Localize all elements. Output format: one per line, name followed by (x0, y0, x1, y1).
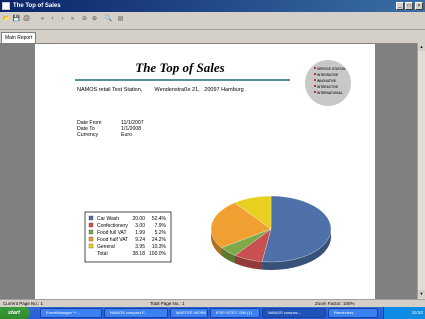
legend-total-label: Total (97, 251, 108, 257)
field-label: Currency (77, 132, 98, 138)
close-button[interactable]: × (415, 2, 423, 10)
legend-percent: 7.9% (155, 223, 167, 229)
legend-swatch (88, 222, 94, 228)
find-icon[interactable]: 🔍 (104, 15, 113, 24)
legend-label: General (97, 244, 115, 250)
next-page-icon[interactable]: › (58, 15, 67, 24)
minimize-button[interactable]: _ (396, 2, 404, 10)
legend-percent: 10.3% (152, 244, 167, 250)
zoom-in-icon[interactable]: ⊕ (90, 15, 99, 24)
maximize-button[interactable]: □ (405, 2, 413, 10)
logo-bullet-icon (314, 73, 316, 75)
logo-line: INTERACTIVE (317, 85, 338, 89)
start-button[interactable]: start (0, 307, 30, 319)
tab-main-report[interactable]: Main Report (1, 32, 37, 43)
logo-bullet-icon (314, 67, 316, 69)
taskbar-item[interactable]: EventManager **... (40, 308, 102, 318)
total-page-status: Total Page No.: 1 (150, 301, 185, 306)
legend-total-value: 38.18 (132, 251, 145, 257)
taskbar-item[interactable]: NAMOS compac... (262, 308, 326, 318)
print-setup-icon[interactable]: 🖨 (22, 15, 31, 24)
scroll-down-icon[interactable]: ▼ (418, 290, 425, 298)
report-fields: Date From 11/1/2007Date To 1/1/2008Currenc… (77, 120, 144, 138)
logo-bullet-icon (314, 85, 316, 87)
logo-line: INNOVATIVE (317, 79, 336, 83)
vertical-scrollbar[interactable]: ▲ ▼ (417, 43, 425, 299)
legend-value: 3.00 (135, 223, 145, 229)
legend-swatch (88, 243, 94, 249)
legend-value: 1.99 (135, 230, 145, 236)
toolbar: 📂 💾 🖨 «‹ ›» ⊖ ⊕ 🔍 ▤ (0, 12, 425, 30)
zoom-out-icon[interactable]: ⊖ (80, 15, 89, 24)
legend-percent: 52.4% (152, 216, 167, 222)
taskbar: start 15:52 EventManager **... NAMOS comp… (0, 307, 425, 319)
clock: 15:52 (411, 310, 423, 315)
open-icon[interactable]: 📂 (2, 15, 11, 24)
scroll-up-icon[interactable]: ▲ (418, 43, 425, 51)
last-page-icon[interactable]: » (68, 15, 77, 24)
report-page: The Top of Sales NAMOS retail Test Stati… (35, 44, 375, 304)
legend-label: Confectionery (97, 223, 128, 229)
legend-value: 9.24 (135, 237, 145, 243)
logo-line: INTERNATIONAL (317, 91, 343, 95)
app-icon (2, 2, 10, 10)
logo-line: INTEGRATIVE (317, 73, 338, 77)
title-bar[interactable]: The Top of Sales _ □ × (0, 0, 425, 12)
legend-swatch (88, 215, 94, 221)
report-canvas: The Top of Sales NAMOS retail Test Stati… (75, 60, 351, 270)
report-address: NAMOS retail Test Station, Wendenstraße … (77, 87, 244, 93)
taskbar-item[interactable]: Reminders (328, 308, 378, 318)
legend-swatch (88, 229, 94, 235)
logo-line: SERVICE STATION (317, 67, 346, 71)
legend-label: Food half VAT (97, 237, 128, 243)
pie-chart (210, 195, 332, 270)
zoom-status: Zoom Factor: 100% (315, 301, 355, 306)
field-value: Euro (121, 132, 132, 138)
status-bar: Current Page No.: 1 Total Page No.: 1 Zo… (0, 299, 425, 307)
taskbar-item[interactable]: NAMOS compact F... (104, 308, 168, 318)
taskbar-item[interactable]: IFSP ISTEC SIM (1) (210, 308, 260, 318)
logo-bullet-icon (314, 91, 316, 93)
logo-bullet-icon (314, 79, 316, 81)
legend-value: 3.95 (135, 244, 145, 250)
legend-swatch (88, 236, 94, 242)
legend-percent: 24.2% (152, 237, 167, 243)
save-icon[interactable]: 💾 (12, 15, 21, 24)
taskbar-item[interactable]: MASTER WORK (170, 308, 208, 318)
report-title: The Top of Sales (135, 60, 224, 75)
company-logo: SERVICE STATION INTEGRATIVE INNOVATIVE INTE… (305, 60, 351, 106)
legend-total-percent: 100.0% (149, 251, 167, 257)
first-page-icon[interactable]: « (38, 15, 47, 24)
chart-legend-table: Car Wash 20.00 52.4% Confectionery 3.00 7.9% F… (84, 211, 172, 263)
system-tray: 15:52 (383, 307, 425, 319)
legend-value: 20.00 (132, 216, 145, 222)
legend-label: Car Wash (97, 216, 119, 222)
window-title: The Top of Sales (13, 3, 61, 9)
prev-page-icon[interactable]: ‹ (48, 15, 57, 24)
tab-bar: Main Report (0, 30, 425, 43)
legend-label: Food full VAT (97, 230, 127, 236)
legend-percent: 5.2% (155, 230, 167, 236)
export-icon[interactable]: ▤ (116, 15, 125, 24)
current-page-status: Current Page No.: 1 (3, 301, 44, 306)
